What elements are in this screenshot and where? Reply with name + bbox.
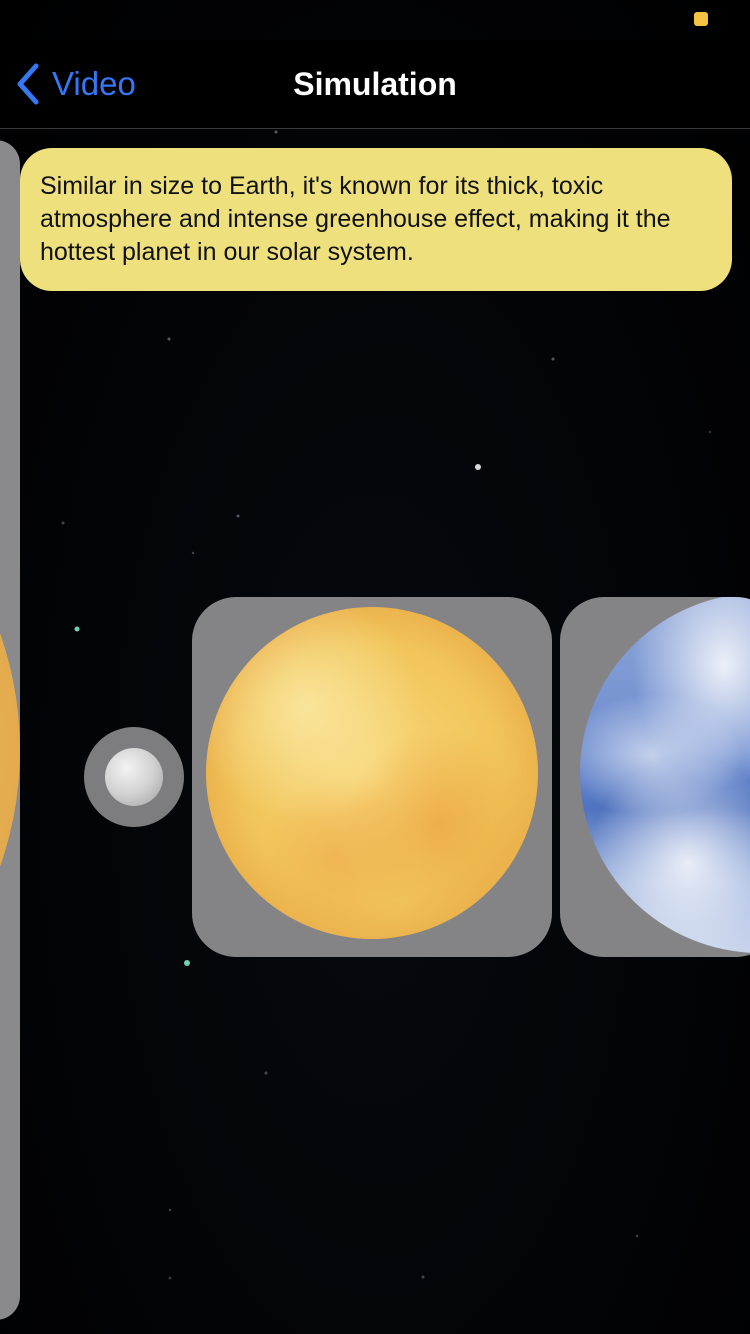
star	[168, 1208, 172, 1212]
navigation-bar: Video Simulation	[0, 40, 750, 129]
venus-icon	[206, 607, 538, 939]
star	[551, 357, 555, 361]
page-title: Simulation	[293, 66, 457, 102]
star	[61, 521, 65, 525]
sun-card[interactable]	[0, 140, 20, 1320]
star	[635, 1234, 639, 1238]
sun-icon	[0, 400, 20, 1100]
star	[167, 337, 171, 341]
simulation-screen: Video Simulation Similar in size to Eart…	[0, 0, 750, 1334]
star	[274, 130, 278, 134]
star	[475, 464, 481, 470]
star	[264, 1071, 268, 1075]
moon-card[interactable]	[84, 727, 184, 827]
earth-icon	[580, 597, 750, 953]
star	[74, 626, 80, 632]
star	[421, 1275, 425, 1279]
venus-card[interactable]	[192, 597, 552, 957]
star	[708, 430, 712, 434]
status-indicator	[694, 12, 708, 26]
star	[236, 514, 240, 518]
moon-icon	[105, 748, 163, 806]
earth-card[interactable]	[560, 597, 750, 957]
planet-description-tooltip: Similar in size to Earth, it's known for…	[20, 148, 732, 291]
star	[184, 960, 190, 966]
star	[168, 1276, 172, 1280]
star	[191, 551, 195, 555]
